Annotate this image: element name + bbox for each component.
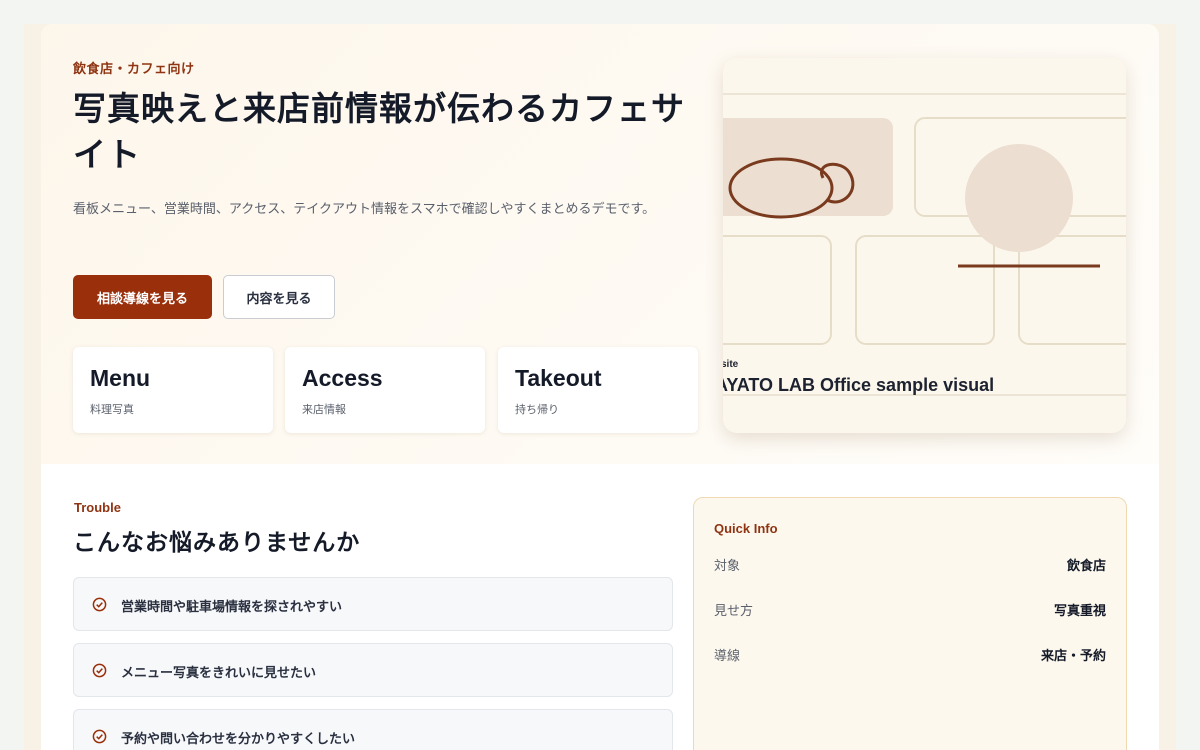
visual-block bbox=[723, 235, 832, 345]
visual-caption: AYATO LAB Office sample visual bbox=[723, 375, 995, 395]
view-content-button[interactable]: 内容を見る bbox=[223, 275, 335, 319]
trouble-item-text: 営業時間や駐車場情報を探されやすい bbox=[121, 600, 343, 615]
feature-title: Menu bbox=[90, 365, 151, 391]
hero-description: 看板メニュー、営業時間、アクセス、テイクアウト情報をスマホで確認しやすくまとめる… bbox=[73, 202, 656, 217]
visual-small-label: site bbox=[723, 359, 739, 370]
visual-circle bbox=[965, 144, 1073, 252]
trouble-item: メニュー写真をきれいに見せたい bbox=[73, 643, 673, 697]
main-panel: 飲食店・カフェ向け 写真映えと来店前情報が伝わるカフェサイト 看板メニュー、営業… bbox=[41, 24, 1159, 750]
quick-info-row: 対象 飲食店 bbox=[714, 555, 1106, 575]
check-circle-icon bbox=[92, 729, 107, 744]
quick-info-key: 導線 bbox=[714, 649, 741, 664]
quick-info-card: Quick Info 対象 飲食店 見せ方 写真重視 導線 来店・予約 bbox=[693, 497, 1127, 750]
hero-eyebrow: 飲食店・カフェ向け bbox=[73, 62, 195, 77]
visual-block bbox=[1018, 235, 1126, 345]
trouble-title: こんなお悩みありませんか bbox=[73, 530, 361, 556]
quick-info-key: 見せ方 bbox=[714, 604, 754, 619]
sample-visual: site AYATO LAB Office sample visual bbox=[723, 58, 1126, 433]
quick-info-key: 対象 bbox=[714, 559, 741, 574]
feature-title: Access bbox=[302, 365, 383, 391]
feature-card-menu: Menu 料理写真 bbox=[73, 347, 273, 433]
trouble-eyebrow: Trouble bbox=[74, 500, 121, 515]
hero-title: 写真映えと来店前情報が伝わるカフェサイト bbox=[73, 89, 685, 174]
check-circle-icon bbox=[92, 663, 107, 678]
quick-info-value: 来店・予約 bbox=[1040, 649, 1106, 664]
consult-flow-button[interactable]: 相談導線を見る bbox=[73, 275, 212, 319]
feature-card-access: Access 来店情報 bbox=[285, 347, 485, 433]
trouble-item: 予約や問い合わせを分かりやすくしたい bbox=[73, 709, 673, 750]
visual-block bbox=[855, 235, 995, 345]
quick-info-row: 見せ方 写真重視 bbox=[714, 600, 1106, 620]
trouble-item-text: 予約や問い合わせを分かりやすくしたい bbox=[121, 732, 356, 747]
trouble-item: 営業時間や駐車場情報を探されやすい bbox=[73, 577, 673, 631]
check-circle-icon bbox=[92, 597, 107, 612]
quick-info-value: 写真重視 bbox=[1053, 604, 1106, 619]
quick-info-row: 導線 来店・予約 bbox=[714, 645, 1106, 665]
feature-subtitle: 持ち帰り bbox=[515, 403, 559, 416]
feature-card-takeout: Takeout 持ち帰り bbox=[498, 347, 698, 433]
quick-info-title: Quick Info bbox=[714, 521, 778, 536]
feature-subtitle: 来店情報 bbox=[302, 403, 346, 416]
quick-info-value: 飲食店 bbox=[1066, 559, 1106, 574]
trouble-item-text: メニュー写真をきれいに見せたい bbox=[121, 666, 317, 681]
feature-title: Takeout bbox=[515, 365, 602, 391]
feature-subtitle: 料理写真 bbox=[90, 403, 134, 416]
